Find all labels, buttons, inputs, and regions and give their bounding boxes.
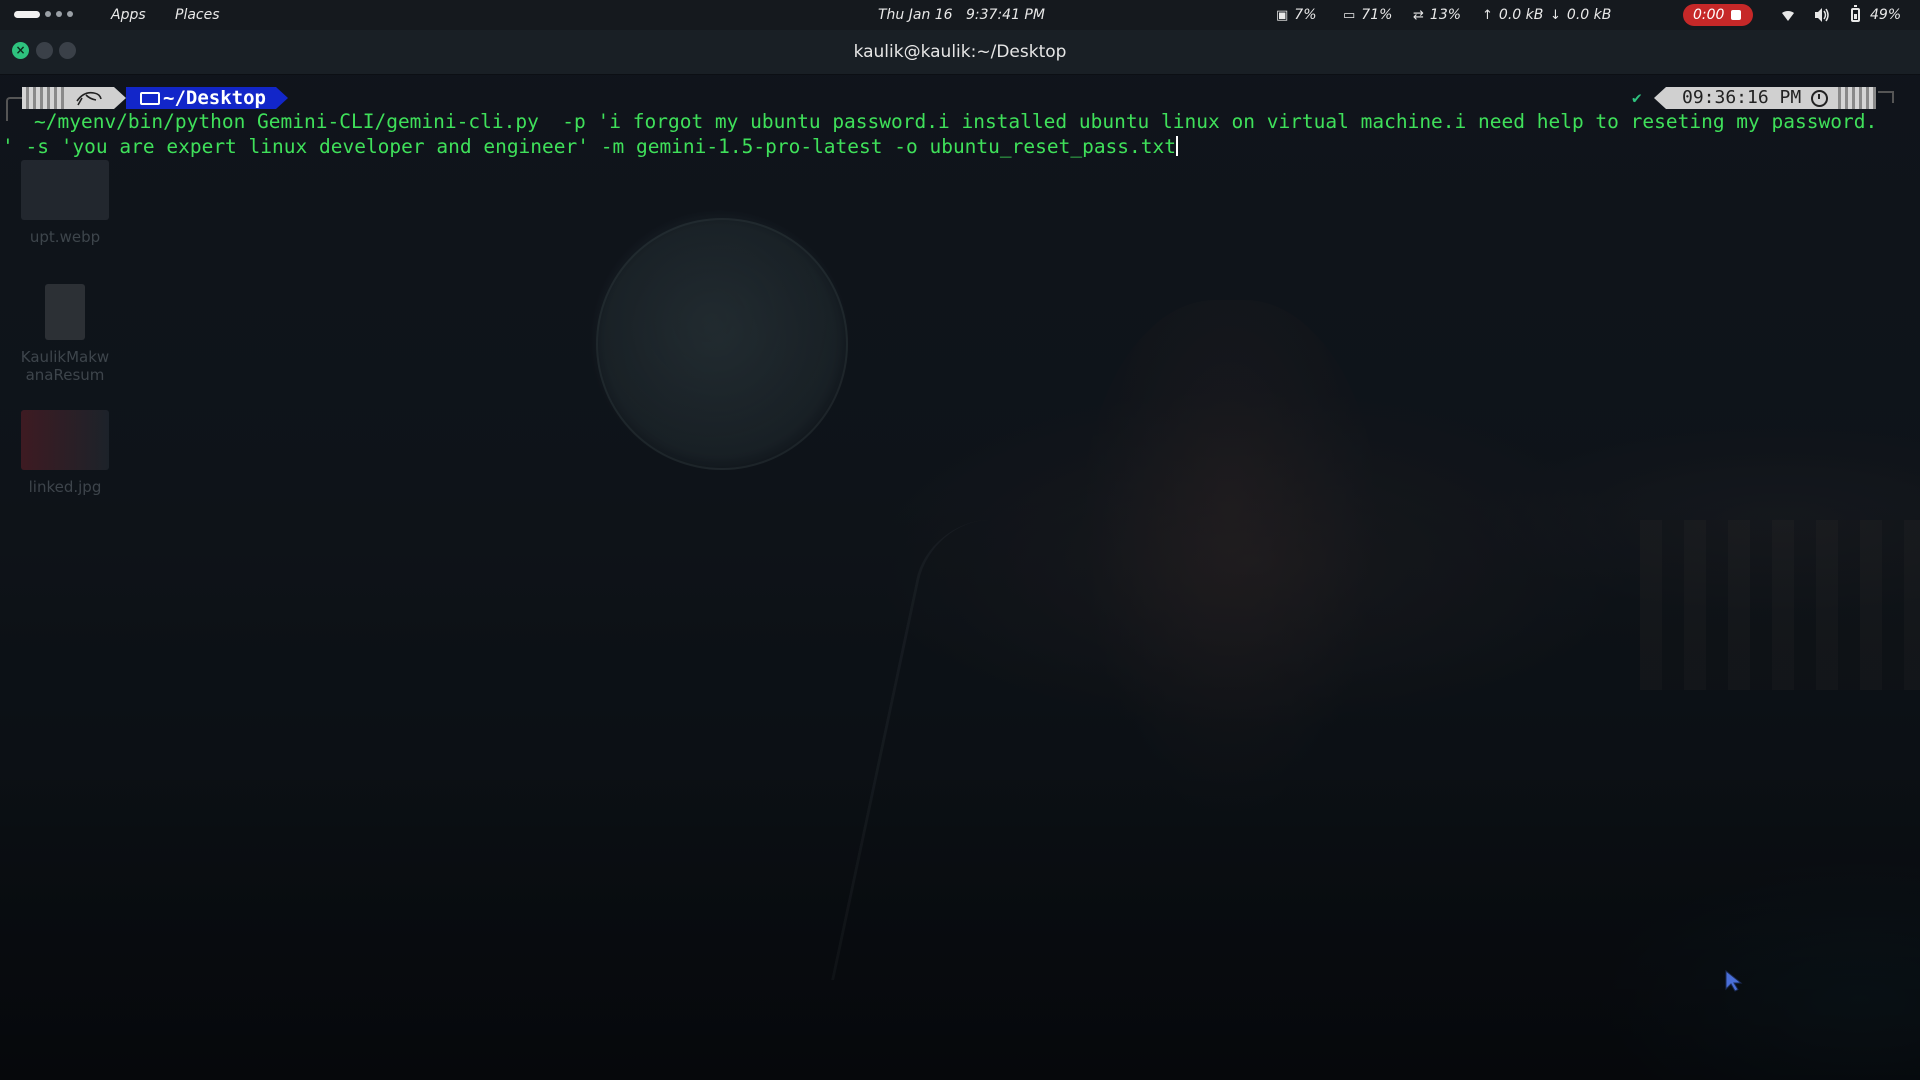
prompt-grip [22, 87, 64, 109]
places-menu[interactable]: Places [175, 0, 220, 30]
prompt-corner [1878, 91, 1894, 103]
kali-dragon-icon [64, 87, 114, 109]
desktop: Apps Places Thu Jan 16 9:37:41 PM ▣ 7% ▭ 7… [0, 0, 1920, 1080]
battery-percent: 49% [1870, 7, 1902, 23]
upload-speed[interactable]: ↑ 0.0 kB [1482, 0, 1543, 30]
document-icon [45, 284, 85, 340]
clock-date[interactable]: Thu Jan 16 [878, 0, 953, 30]
memory-icon: ▭ [1343, 8, 1356, 23]
recording-timer: 0:00 [1693, 7, 1725, 23]
stop-icon [1731, 10, 1741, 20]
swap-icon: ⇄ [1413, 8, 1424, 23]
download-arrow-icon: ↓ [1550, 8, 1561, 23]
prompt-time: 09:36:16 PM [1666, 87, 1838, 109]
screen-recording-button[interactable]: 0:00 [1683, 4, 1753, 26]
window-title: kaulik@kaulik:~/Desktop [853, 42, 1067, 62]
workspace-dot[interactable] [56, 11, 62, 17]
battery-indicator[interactable]: 49% [1851, 0, 1901, 30]
prompt-grip [1838, 87, 1876, 109]
cpu-usage[interactable]: ▣ 7% [1276, 0, 1317, 30]
cpu-value: 7% [1294, 7, 1317, 23]
clock-time[interactable]: 9:37:41 PM [966, 0, 1045, 30]
folder-icon [140, 92, 160, 105]
terminal-titlebar[interactable]: kaulik@kaulik:~/Desktop × [0, 30, 1920, 75]
prompt-directory: ~/Desktop [126, 87, 276, 109]
workspace-dot[interactable] [67, 11, 73, 17]
text-cursor [1176, 135, 1178, 156]
download-value: 0.0 kB [1566, 7, 1612, 23]
apps-menu[interactable]: Apps [111, 0, 146, 30]
desktop-icon-label: KaulikMakwanaResum [20, 348, 110, 384]
wifi-icon[interactable] [1780, 0, 1796, 30]
memory-usage[interactable]: ▭ 71% [1343, 0, 1392, 30]
prompt-separator [276, 87, 288, 109]
close-button[interactable]: × [12, 42, 29, 59]
cpu-icon: ▣ [1276, 8, 1289, 23]
command-line-2: ' -s 'you are expert linux developer and… [2, 135, 1178, 160]
success-check-icon: ✔ [1632, 88, 1642, 107]
prompt-time-text: 09:36:16 PM [1682, 87, 1802, 108]
upload-value: 0.0 kB [1498, 7, 1544, 23]
top-panel: Apps Places Thu Jan 16 9:37:41 PM ▣ 7% ▭ 7… [0, 0, 1920, 30]
download-speed[interactable]: ↓ 0.0 kB [1550, 0, 1611, 30]
upload-arrow-icon: ↑ [1482, 8, 1493, 23]
workspace-dot[interactable] [45, 11, 51, 17]
minimize-button[interactable] [36, 42, 53, 59]
workspace-active-dot[interactable] [14, 11, 40, 18]
command-input[interactable]: ~/myenv/bin/python Gemini-CLI/gemini-cli… [0, 110, 1920, 208]
command-line-1: ~/myenv/bin/python Gemini-CLI/gemini-cli… [34, 110, 1878, 133]
prompt-directory-text: ~/Desktop [163, 87, 266, 109]
clock-icon [1811, 90, 1828, 107]
prompt-separator [114, 87, 126, 109]
workspace-indicator[interactable] [14, 11, 73, 19]
maximize-button[interactable] [59, 42, 76, 59]
swap-value: 13% [1429, 7, 1462, 23]
terminal-body[interactable]: upt.webp KaulikMakwanaResum linked.jpg ~… [0, 74, 1920, 1080]
desktop-icon-label: upt.webp [29, 228, 101, 246]
desktop-icon-resume[interactable]: KaulikMakwanaResum [10, 284, 120, 384]
prompt-separator [1654, 87, 1666, 109]
battery-icon [1851, 5, 1860, 22]
command-line-2-text: ' -s 'you are expert linux developer and… [2, 134, 1176, 158]
prompt-right-segment: ✔ 09:36:16 PM [1632, 87, 1902, 109]
desktop-icon-label: linked.jpg [28, 478, 102, 496]
close-icon: × [15, 43, 26, 57]
memory-value: 71% [1361, 7, 1393, 23]
desktop-icon-linked[interactable]: linked.jpg [10, 410, 120, 496]
swap-usage[interactable]: ⇄ 13% [1413, 0, 1461, 30]
image-icon [21, 410, 109, 470]
volume-icon[interactable] [1813, 0, 1831, 30]
